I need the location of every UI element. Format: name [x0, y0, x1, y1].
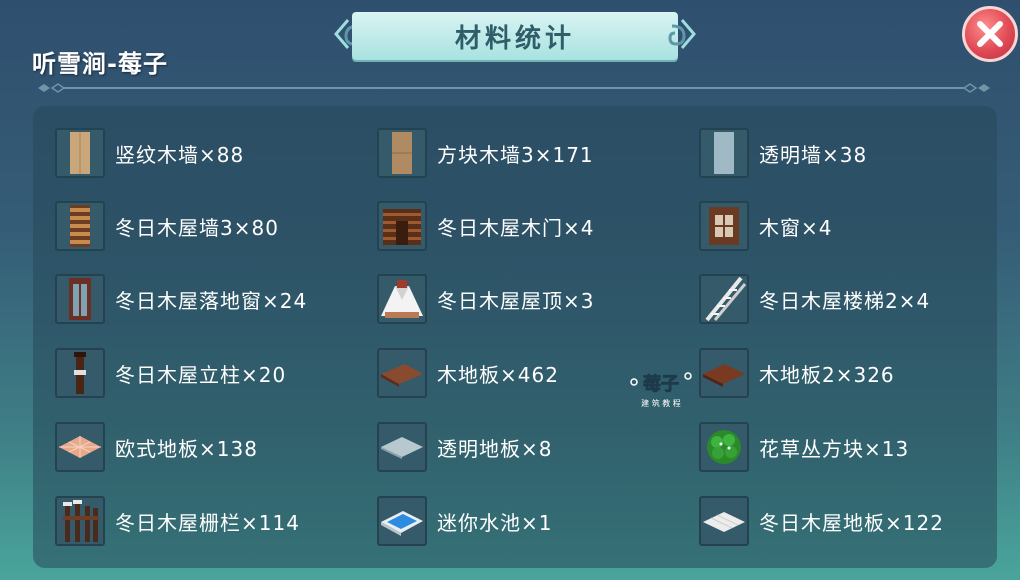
close-button[interactable]	[962, 6, 1018, 62]
material-item: 透明地板×8	[377, 420, 552, 474]
winter-cabin-wall-icon	[55, 201, 105, 251]
watermark-logo: 莓子 建 筑 教 程	[630, 372, 692, 408]
material-label: 木窗×4	[759, 215, 833, 240]
material-item: 木窗×4	[699, 199, 832, 253]
svg-text:莓子: 莓子	[643, 373, 679, 395]
material-label: 冬日木屋楼梯2×4	[759, 288, 931, 313]
wood-window-icon	[699, 201, 749, 251]
winter-cabin-floor-icon	[699, 496, 749, 546]
mini-pool-icon	[377, 496, 427, 546]
european-floor-icon	[55, 422, 105, 472]
winter-cabin-french-window-icon	[55, 274, 105, 324]
transparent-wall-icon	[699, 128, 749, 178]
material-label: 木地板2×326	[759, 362, 895, 387]
material-label: 迷你水池×1	[437, 510, 553, 535]
banner-ornament-right-icon	[668, 19, 696, 49]
wood-floor-icon	[377, 348, 427, 398]
material-item: 冬日木屋屋顶×3	[377, 272, 594, 326]
material-item: 透明墙×38	[699, 126, 867, 180]
winter-cabin-roof-icon	[377, 274, 427, 324]
material-item: 冬日木屋地板×122	[699, 494, 944, 548]
material-label: 冬日木屋地板×122	[759, 510, 944, 535]
material-label: 冬日木屋落地窗×24	[115, 288, 308, 313]
material-item: 冬日木屋立柱×20	[55, 346, 286, 400]
title-banner: 材料统计	[352, 12, 678, 60]
divider	[38, 83, 990, 93]
material-label: 欧式地板×138	[115, 436, 258, 461]
vertical-wood-wall-icon	[55, 128, 105, 178]
material-item: 冬日木屋落地窗×24	[55, 272, 307, 326]
transparent-floor-icon	[377, 422, 427, 472]
materials-panel: 竖纹木墙×88 方块木墙3×171 透明墙×38 冬日木屋墙3×80 冬日木屋木…	[33, 106, 997, 568]
winter-cabin-door-icon	[377, 201, 427, 251]
material-item: 花草丛方块×13	[699, 420, 909, 474]
material-item: 木地板×462	[377, 346, 559, 400]
material-label: 方块木墙3×171	[437, 142, 594, 167]
material-label: 透明地板×8	[437, 436, 553, 461]
material-label: 冬日木屋木门×4	[437, 215, 595, 240]
winter-cabin-fence-icon	[55, 496, 105, 546]
material-label: 透明墙×38	[759, 142, 868, 167]
material-label: 冬日木屋栅栏×114	[115, 510, 300, 535]
svg-text:建 筑 教 程: 建 筑 教 程	[641, 398, 681, 408]
material-item: 竖纹木墙×88	[55, 126, 244, 180]
material-item: 方块木墙3×171	[377, 126, 594, 180]
wood-floor-2-icon	[699, 348, 749, 398]
winter-cabin-stairs-icon	[699, 274, 749, 324]
material-label: 冬日木屋屋顶×3	[437, 288, 595, 313]
material-item: 迷你水池×1	[377, 494, 552, 548]
material-item: 冬日木屋楼梯2×4	[699, 272, 930, 326]
material-label: 竖纹木墙×88	[115, 142, 245, 167]
material-label: 冬日木屋立柱×20	[115, 362, 287, 387]
page-title: 材料统计	[454, 23, 575, 54]
flower-bush-block-icon	[699, 422, 749, 472]
material-label: 冬日木屋墙3×80	[115, 215, 279, 240]
material-item: 欧式地板×138	[55, 420, 258, 474]
material-item: 冬日木屋栅栏×114	[55, 494, 300, 548]
material-item: 木地板2×326	[699, 346, 895, 400]
close-icon	[977, 21, 1003, 47]
user-name: 听雪涧-莓子	[32, 50, 168, 78]
material-label: 木地板×462	[437, 362, 559, 387]
material-item: 冬日木屋墙3×80	[55, 199, 279, 253]
material-label: 花草丛方块×13	[759, 436, 910, 461]
winter-cabin-pillar-icon	[55, 348, 105, 398]
material-item: 冬日木屋木门×4	[377, 199, 594, 253]
block-wood-wall-icon	[377, 128, 427, 178]
